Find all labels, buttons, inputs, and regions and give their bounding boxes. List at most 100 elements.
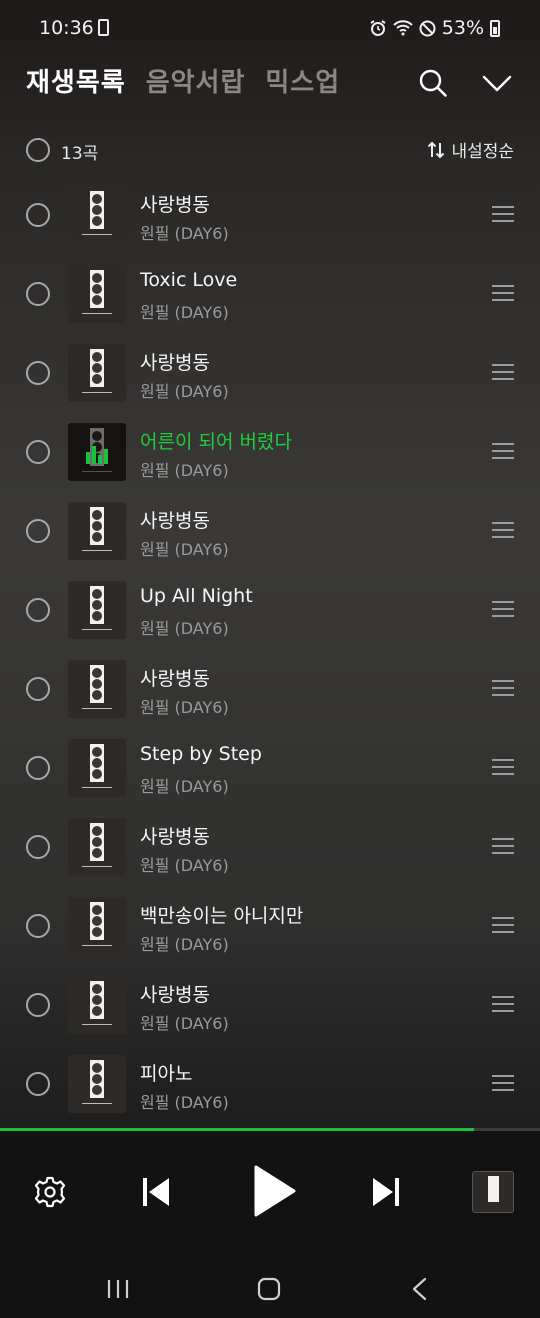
track-artist: 원필 (DAY6) [140, 856, 229, 875]
track-title: 사랑병동 [140, 352, 210, 374]
track-row[interactable]: 사랑병동 원필 (DAY6) [0, 491, 540, 570]
album-art [68, 581, 126, 639]
track-row[interactable]: 사랑병동원필 (DAY6) [0, 175, 540, 254]
track-title: 피아노 [140, 1063, 193, 1085]
track-select-checkbox[interactable] [26, 993, 50, 1017]
track-row[interactable]: 어른이 되어 버렸다원필 (DAY6) [0, 412, 540, 491]
album-art [68, 976, 126, 1034]
status-bar: 10:36 53% [0, 0, 540, 58]
album-art [68, 818, 126, 876]
track-artist: 원필 (DAY6) [140, 619, 229, 638]
equalizer-icon [68, 423, 126, 481]
track-artist: 원필 (DAY6) [140, 777, 229, 796]
drag-handle-icon[interactable] [492, 443, 514, 459]
system-navigation-bar [0, 1251, 540, 1318]
track-select-checkbox[interactable] [26, 914, 50, 938]
track-title: 사랑병동 [140, 668, 210, 690]
track-select-checkbox[interactable] [26, 519, 50, 543]
drag-handle-icon[interactable] [492, 917, 514, 933]
album-art [68, 1055, 126, 1113]
header-tabs: 재생목록 음악서랍 믹스업 [26, 62, 340, 99]
track-artist: 원필 (DAY6) [140, 461, 229, 480]
track-artist: 원필 (DAY6) [140, 1093, 229, 1112]
play-icon[interactable] [252, 1164, 296, 1218]
track-artist: 원필 (DAY6) [140, 382, 229, 401]
drag-handle-icon[interactable] [492, 1075, 514, 1091]
chevron-down-icon[interactable] [480, 66, 514, 100]
drag-handle-icon[interactable] [492, 206, 514, 222]
track-select-checkbox[interactable] [26, 756, 50, 780]
track-artist: 원필 (DAY6) [140, 224, 229, 243]
track-row[interactable]: 사랑병동원필 (DAY6) [0, 965, 540, 1044]
track-title: 사랑병동 [140, 826, 210, 848]
track-select-checkbox[interactable] [26, 282, 50, 306]
track-artist: 원필 (DAY6) [140, 935, 229, 954]
track-title: 백만송이는 아니지만 [140, 905, 304, 927]
track-row[interactable]: 사랑병동원필 (DAY6) [0, 649, 540, 728]
track-row[interactable]: 피아노원필 (DAY6) [0, 1044, 540, 1123]
track-row[interactable]: Up All Night 원필 (DAY6) [0, 570, 540, 649]
sim-icon [98, 19, 109, 36]
track-count: 13곡 [61, 144, 99, 164]
track-title: Up All Night [140, 585, 253, 607]
album-art [68, 186, 126, 244]
track-select-checkbox[interactable] [26, 440, 50, 464]
album-art [68, 344, 126, 402]
player-bar [0, 1131, 540, 1251]
drag-handle-icon[interactable] [492, 759, 514, 775]
gear-icon[interactable] [33, 1175, 67, 1209]
drag-handle-icon[interactable] [492, 996, 514, 1012]
tab-music-drawer[interactable]: 음악서랍 [146, 62, 246, 99]
sort-icon [428, 141, 445, 158]
tab-mixup[interactable]: 믹스업 [265, 62, 340, 99]
track-row[interactable]: Toxic Love 원필 (DAY6) [0, 254, 540, 333]
previous-icon[interactable] [141, 1176, 171, 1208]
track-artist: 원필 (DAY6) [140, 303, 229, 322]
status-icons: 53% [369, 17, 500, 39]
track-select-checkbox[interactable] [26, 361, 50, 385]
track-artist: 원필 (DAY6) [140, 1014, 229, 1033]
now-playing-album-art[interactable] [472, 1171, 514, 1213]
track-title: 사랑병동 [140, 984, 210, 1006]
track-select-checkbox[interactable] [26, 835, 50, 859]
battery-icon [490, 19, 500, 37]
track-select-checkbox[interactable] [26, 598, 50, 622]
drag-handle-icon[interactable] [492, 601, 514, 617]
status-time: 10:36 [39, 17, 94, 39]
track-title: Step by Step [140, 743, 262, 765]
tab-playlist[interactable]: 재생목록 [26, 62, 126, 99]
track-list: 사랑병동 원필 (DAY6) Toxic Love 원필 (DAY6) 사랑병동 원필 (… [0, 175, 540, 1123]
do-not-disturb-icon [419, 20, 436, 36]
album-art [68, 502, 126, 560]
search-icon[interactable] [416, 66, 450, 100]
home-icon[interactable] [257, 1277, 281, 1301]
track-title: 사랑병동 [140, 194, 210, 216]
drag-handle-icon[interactable] [492, 522, 514, 538]
sort-button[interactable]: 내설정순 [427, 137, 514, 162]
battery-percent: 53% [441, 17, 484, 39]
drag-handle-icon[interactable] [492, 680, 514, 696]
track-select-checkbox[interactable] [26, 1072, 50, 1096]
track-select-checkbox[interactable] [26, 203, 50, 227]
track-title: 어른이 되어 버렸다 [140, 431, 292, 453]
track-select-checkbox[interactable] [26, 677, 50, 701]
recents-icon[interactable] [106, 1278, 130, 1300]
track-row[interactable]: 사랑병동원필 (DAY6) [0, 807, 540, 886]
track-row[interactable]: 사랑병동원필 (DAY6) [0, 333, 540, 412]
track-title: 사랑병동 [140, 510, 210, 532]
sort-label: 내설정순 [451, 142, 514, 162]
track-title: Toxic Love [140, 269, 238, 291]
track-row[interactable]: 백만송이는 아니지만원필 (DAY6) [0, 886, 540, 965]
next-icon[interactable] [371, 1176, 401, 1208]
select-all-checkbox[interactable] [26, 138, 50, 162]
album-art [68, 739, 126, 797]
track-row[interactable]: Step by Step 원필 (DAY6) [0, 728, 540, 807]
wifi-icon [393, 20, 413, 36]
drag-handle-icon[interactable] [492, 285, 514, 301]
track-artist: 원필 (DAY6) [140, 698, 229, 717]
drag-handle-icon[interactable] [492, 364, 514, 380]
back-icon[interactable] [410, 1277, 430, 1301]
album-art [68, 265, 126, 323]
drag-handle-icon[interactable] [492, 838, 514, 854]
album-art [68, 660, 126, 718]
